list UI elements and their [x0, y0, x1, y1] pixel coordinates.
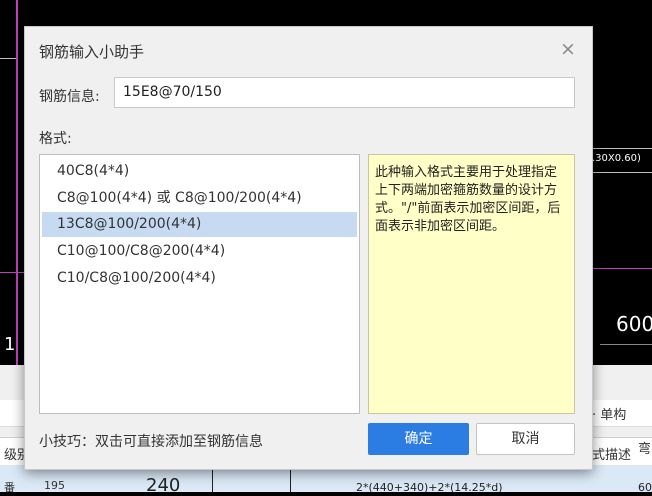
format-item[interactable]: C10@100/C8@200(4*4)	[42, 239, 357, 264]
ok-button[interactable]: 确定	[368, 423, 469, 455]
cad-line	[591, 268, 652, 269]
cad-line	[600, 344, 652, 345]
format-item-selected[interactable]: 13C8@100/200(4*4)	[42, 212, 357, 237]
cad-line	[0, 58, 16, 59]
format-item[interactable]: 40C8(4*4)	[42, 159, 357, 184]
row-cell: 195	[44, 479, 65, 492]
format-item[interactable]: C10/C8@100/200(4*4)	[42, 266, 357, 291]
format-description: 此种输入格式主要用于处理指定上下两端加密箍筋数量的设计方式。"/"前面表示加密区…	[368, 154, 575, 414]
row-cell: 2*(440+340)+2*(14.25*d)	[356, 481, 503, 494]
cad-line	[16, 0, 18, 365]
cad-line	[591, 172, 652, 173]
format-list[interactable]: 40C8(4*4) C8@100(4*4) 或 C8@100/200(4*4) …	[39, 154, 360, 414]
row-cell: 240	[146, 475, 181, 496]
close-icon[interactable]: ×	[558, 39, 578, 59]
format-label: 格式:	[39, 131, 72, 147]
cad-dimension-value: 600	[616, 312, 652, 336]
rebar-info-label: 钢筋信息:	[39, 89, 100, 105]
dialog-title: 钢筋输入小助手	[39, 43, 145, 61]
column-header-desc: 式描述	[592, 448, 632, 463]
row-cell: 60	[638, 481, 652, 494]
row-cell: 番	[4, 481, 15, 494]
format-item[interactable]: C8@100(4*4) 或 C8@100/200(4*4)	[42, 186, 357, 211]
toolbar-item[interactable]: · 单构	[592, 404, 626, 423]
rebar-info-input[interactable]: 15E8@70/150	[114, 77, 575, 108]
cad-line	[591, 148, 652, 149]
cad-dimension-label: .30X0.60)	[592, 153, 641, 164]
rebar-input-helper-dialog: 钢筋输入小助手 × 钢筋信息: 15E8@70/150 格式: 40C8(4*4…	[24, 26, 593, 470]
tip-text: 小技巧：双击可直接添加至钢筋信息	[39, 434, 263, 450]
column-header-partial: 弯	[638, 442, 652, 457]
cad-axis-label: 1	[4, 334, 16, 355]
cancel-button[interactable]: 取消	[476, 423, 575, 455]
cad-line	[0, 272, 24, 273]
